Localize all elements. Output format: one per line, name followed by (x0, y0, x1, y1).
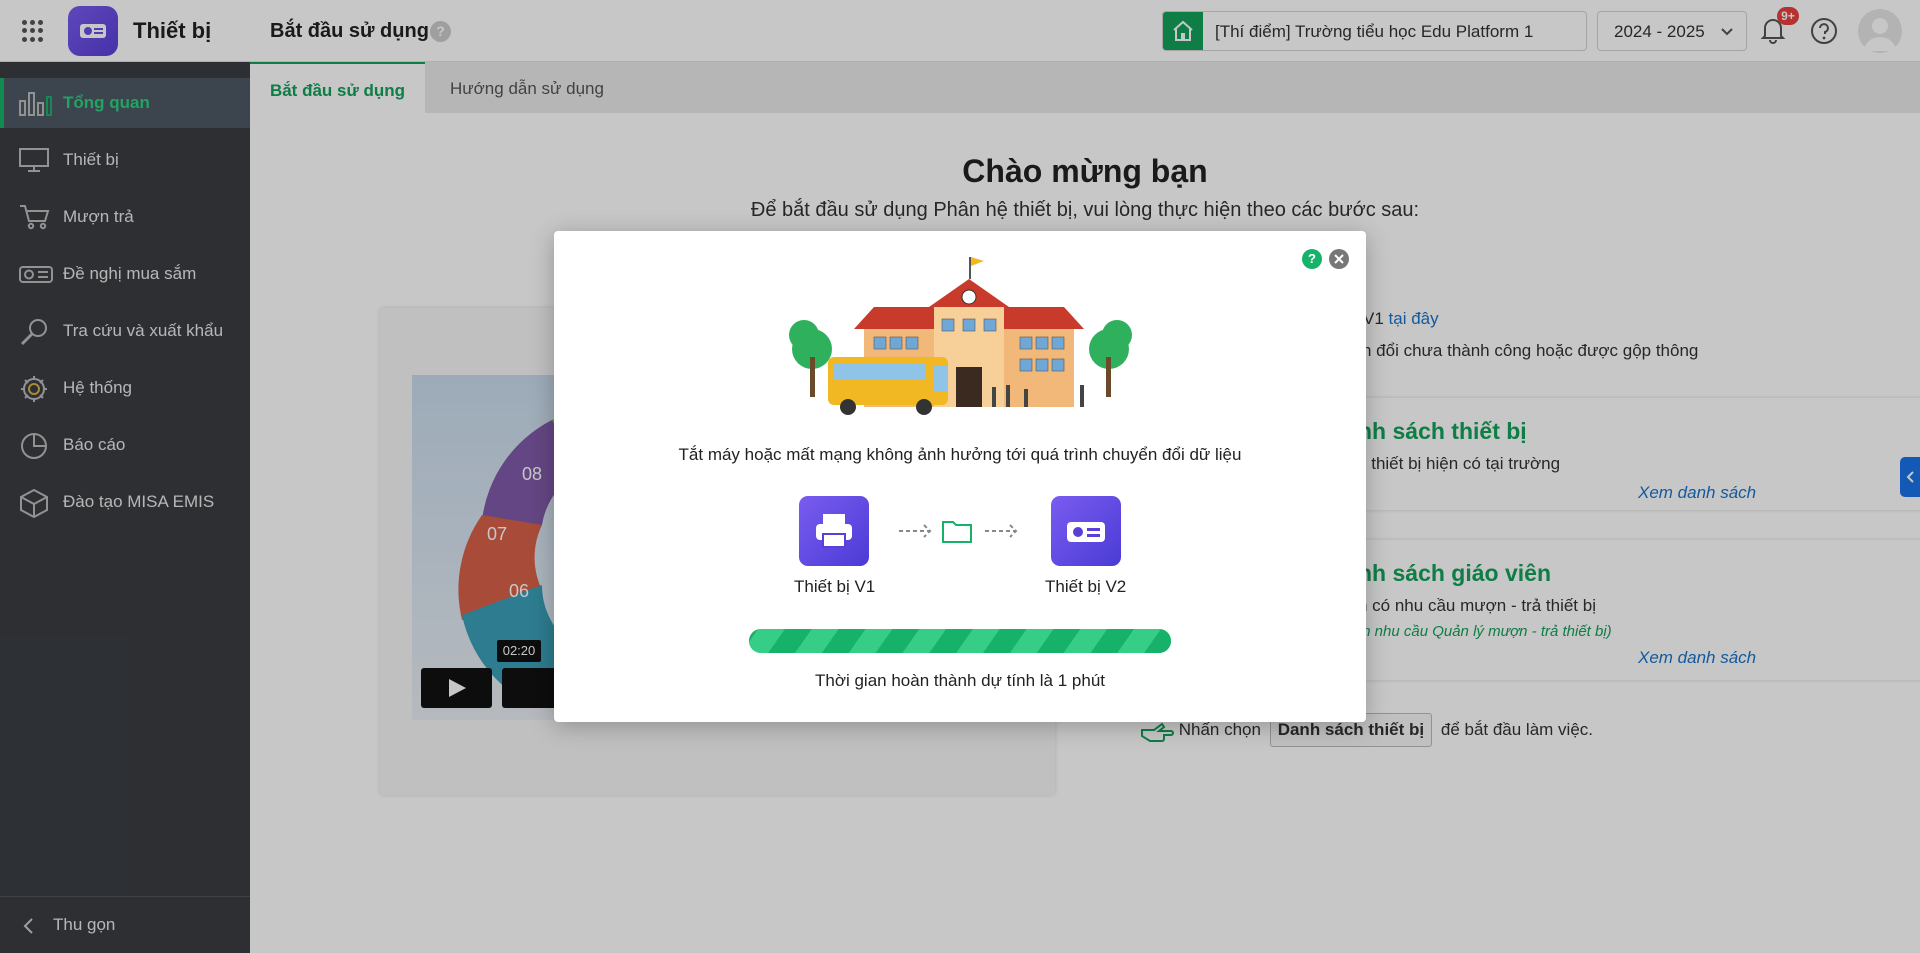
school-illustration (789, 257, 1132, 415)
migration-progress-bar (749, 629, 1171, 653)
progress-fill (749, 629, 1171, 653)
transfer-arrows-icon (899, 521, 1018, 543)
close-icon[interactable] (1329, 249, 1349, 269)
dialog-help-icon[interactable]: ? (1302, 249, 1322, 269)
device-v1-icon (799, 496, 869, 566)
dialog-message: Tắt máy hoặc mất mạng không ảnh hưởng tớ… (678, 445, 1242, 464)
data-migration-dialog: ? Tắt máy hoặc mất mạng không ảnh hưởng … (554, 231, 1366, 722)
device-v2-icon (1051, 496, 1121, 566)
estimated-time-text: Thời gian hoàn thành dự tính là 1 phút (814, 671, 1105, 690)
device-v2-label: Thiết bị V2 (1045, 577, 1127, 596)
device-v1-label: Thiết bị V1 (794, 577, 876, 596)
